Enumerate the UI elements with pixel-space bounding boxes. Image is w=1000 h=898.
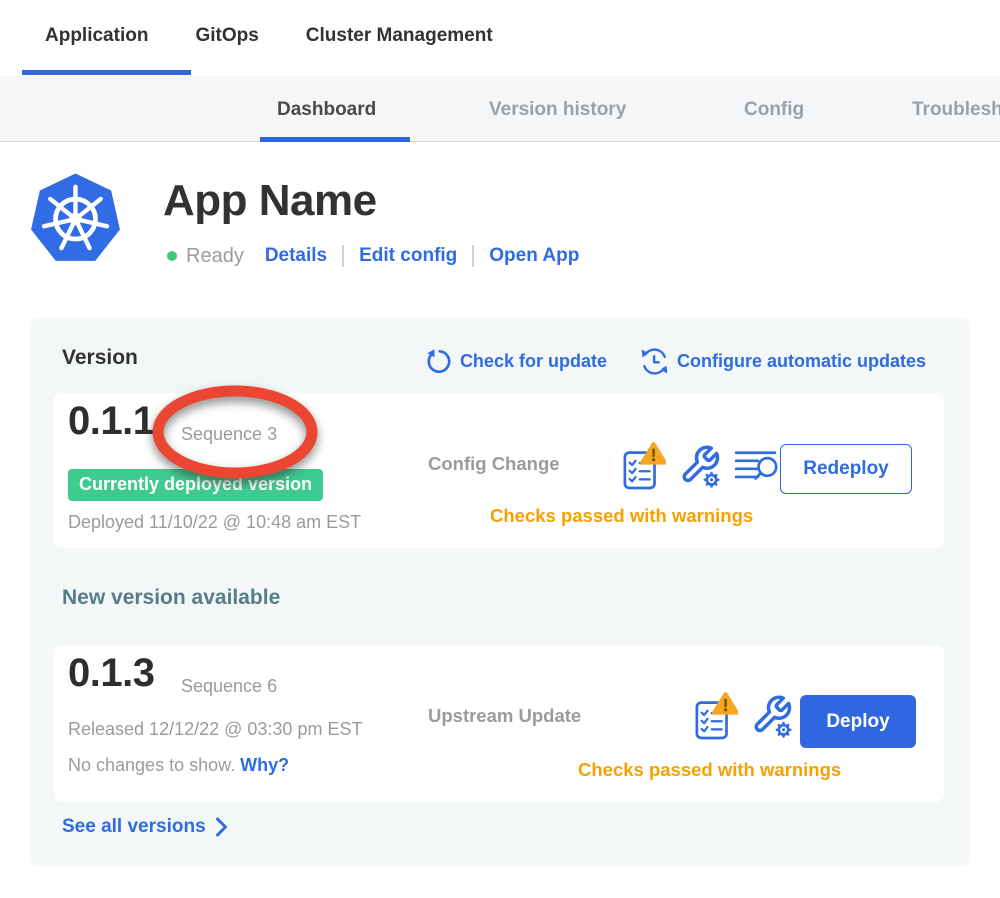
edit-config-link[interactable]: Edit config bbox=[359, 245, 457, 267]
version-panel-title: Version bbox=[62, 346, 138, 370]
config-wrench-gear-icon[interactable] bbox=[679, 443, 721, 490]
released-timestamp: Released 12/12/22 @ 03:30 pm EST bbox=[68, 719, 362, 740]
configure-automatic-updates-label: Configure automatic updates bbox=[677, 351, 926, 372]
details-link[interactable]: Details bbox=[265, 245, 327, 267]
see-all-versions-link[interactable]: See all versions bbox=[62, 816, 228, 838]
tab-application[interactable]: Application bbox=[45, 25, 148, 47]
tab-gitops[interactable]: GitOps bbox=[195, 25, 258, 47]
current-version-number: 0.1.1 bbox=[68, 399, 154, 444]
available-version-sequence: Sequence 6 bbox=[181, 676, 277, 697]
app-screen: Application GitOps Cluster Management Da… bbox=[0, 0, 1000, 898]
current-version-sequence: Sequence 3 bbox=[181, 424, 277, 445]
checks-status-text: Checks passed with warnings bbox=[578, 759, 841, 781]
sub-nav: Dashboard Version history Config Trouble… bbox=[0, 76, 1000, 142]
current-version-card: 0.1.1 Sequence 3 Currently deployed vers… bbox=[54, 393, 944, 548]
version-source-label: Upstream Update bbox=[428, 705, 581, 727]
see-all-versions-label: See all versions bbox=[62, 816, 206, 838]
config-wrench-gear-icon[interactable] bbox=[751, 693, 793, 740]
active-tab-underline bbox=[22, 70, 191, 75]
open-app-link[interactable]: Open App bbox=[489, 245, 579, 267]
deploy-button[interactable]: Deploy bbox=[800, 695, 916, 748]
why-link[interactable]: Why? bbox=[240, 755, 289, 775]
divider bbox=[472, 245, 474, 267]
active-subtab-underline bbox=[260, 137, 410, 142]
chevron-right-icon bbox=[215, 816, 228, 838]
tab-cluster-management[interactable]: Cluster Management bbox=[306, 25, 493, 47]
currently-deployed-badge: Currently deployed version bbox=[68, 469, 323, 501]
refresh-icon bbox=[426, 349, 451, 374]
page-title: App Name bbox=[163, 176, 377, 226]
preflight-checks-icon[interactable] bbox=[622, 441, 666, 491]
redeploy-button[interactable]: Redeploy bbox=[780, 444, 912, 494]
app-status-row: Ready Details Edit config Open App bbox=[167, 243, 579, 269]
version-source-label: Config Change bbox=[428, 453, 560, 475]
tab-troubleshoot[interactable]: Troubleshoot bbox=[912, 99, 1000, 121]
checks-status-text: Checks passed with warnings bbox=[490, 505, 753, 527]
tab-version-history[interactable]: Version history bbox=[489, 99, 626, 121]
version-panel: Version Check for update Configure autom… bbox=[30, 318, 970, 866]
release-notes-icon[interactable] bbox=[734, 448, 778, 484]
divider bbox=[342, 245, 344, 267]
no-changes-text: No changes to show. Why? bbox=[68, 755, 289, 776]
status-dot-icon bbox=[167, 251, 177, 261]
current-version-icons bbox=[622, 441, 778, 491]
available-version-number: 0.1.3 bbox=[68, 651, 154, 696]
auto-update-clock-icon bbox=[641, 348, 668, 375]
tab-dashboard[interactable]: Dashboard bbox=[277, 99, 376, 121]
new-version-heading: New version available bbox=[62, 586, 280, 610]
preflight-checks-icon[interactable] bbox=[694, 691, 738, 741]
top-nav: Application GitOps Cluster Management bbox=[0, 0, 1000, 76]
check-for-update-link[interactable]: Check for update bbox=[426, 349, 607, 374]
tab-config[interactable]: Config bbox=[744, 99, 804, 121]
check-for-update-label: Check for update bbox=[460, 351, 607, 372]
version-panel-actions: Check for update Configure automatic upd… bbox=[426, 348, 926, 375]
available-version-icons bbox=[694, 691, 793, 741]
available-version-card: 0.1.3 Sequence 6 Released 12/12/22 @ 03:… bbox=[54, 645, 944, 802]
configure-automatic-updates-link[interactable]: Configure automatic updates bbox=[641, 348, 926, 375]
status-badge: Ready bbox=[186, 245, 244, 268]
kubernetes-logo-icon bbox=[28, 170, 123, 270]
deployed-timestamp: Deployed 11/10/22 @ 10:48 am EST bbox=[68, 512, 361, 533]
